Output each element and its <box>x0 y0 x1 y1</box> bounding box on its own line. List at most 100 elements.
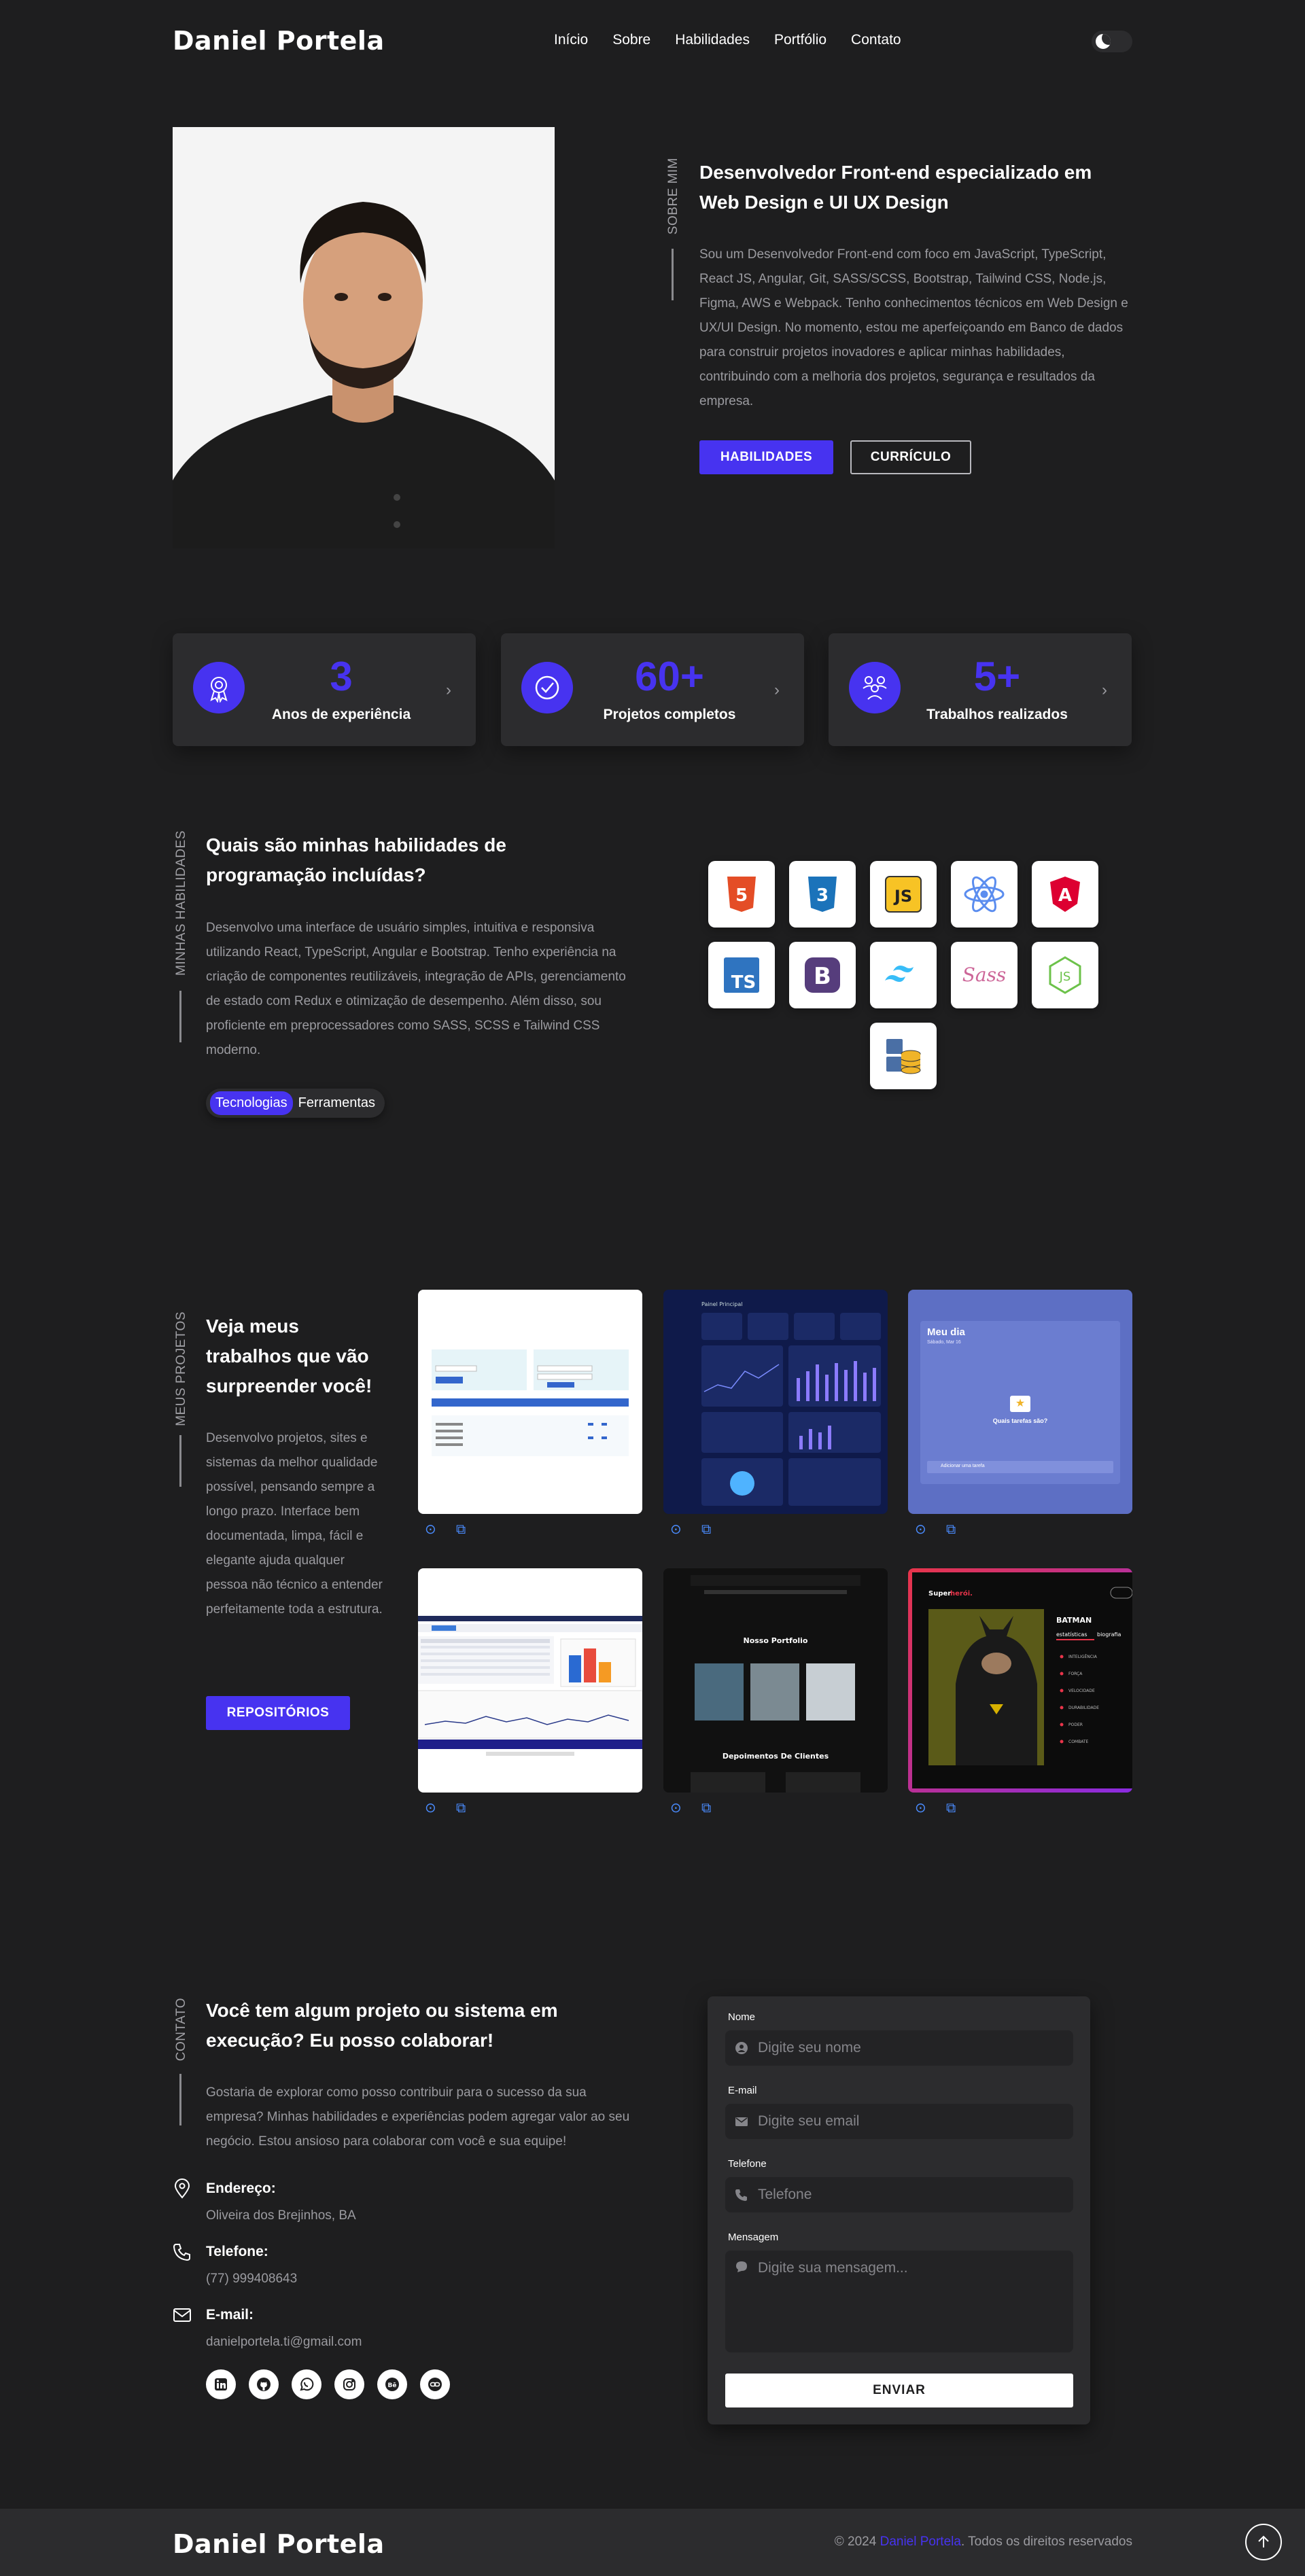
instagram-icon[interactable] <box>334 2369 364 2399</box>
hero-stat: PODER <box>1068 1723 1083 1727</box>
css-glyph: 3 <box>816 885 829 906</box>
project-item-1: ⊙ ⧉ <box>418 1290 642 1537</box>
stat-card-experience[interactable]: 3 Anos de experiência › <box>173 633 476 746</box>
node-glyph: JS <box>1059 970 1071 984</box>
project-item-2: Painel Principal ⊙ ⧉ <box>663 1290 888 1537</box>
main-nav: Início Sobre Habilidades Portfólio Contato <box>554 32 926 48</box>
todo-date: Sábado, Mar 16 <box>927 1340 961 1345</box>
site-logo[interactable]: Daniel Portela <box>173 26 385 56</box>
js-glyph: JS <box>893 887 912 906</box>
behance-icon[interactable]: Bē <box>377 2369 407 2399</box>
stat-card-projects[interactable]: 60+ Projetos completos › <box>501 633 804 746</box>
external-link-icon[interactable]: ⧉ <box>701 1522 716 1537</box>
whatsapp-icon[interactable] <box>292 2369 321 2399</box>
copyright-suffix: . Todos os direitos reservados <box>960 2535 1132 2549</box>
send-button[interactable]: ENVIAR <box>725 2374 1073 2407</box>
project-thumbnail[interactable] <box>418 1568 642 1793</box>
github-icon[interactable]: ⊙ <box>915 1522 930 1537</box>
external-link-icon[interactable]: ⧉ <box>456 1522 471 1537</box>
name-field[interactable]: Digite seu nome <box>725 2030 1073 2066</box>
cv-button[interactable]: CURRÍCULO <box>850 440 971 474</box>
external-link-icon[interactable]: ⧉ <box>946 1522 961 1537</box>
github-icon[interactable]: ⊙ <box>915 1801 930 1816</box>
github-icon[interactable]: ⊙ <box>670 1801 685 1816</box>
tab-tecnologias[interactable]: Tecnologias <box>210 1091 293 1115</box>
project-thumbnail[interactable]: Super herói. BATMAN estatísticas biograf… <box>908 1568 1132 1793</box>
external-link-icon[interactable]: ⧉ <box>456 1801 471 1816</box>
testimonials-heading: Depoimentos De Clientes <box>723 1752 829 1761</box>
github-icon[interactable]: ⊙ <box>425 1522 440 1537</box>
phone-field[interactable]: Telefone <box>725 2177 1073 2212</box>
html5-icon: 5 <box>708 861 775 928</box>
css3-icon: 3 <box>789 861 856 928</box>
contact-divider <box>179 2074 181 2125</box>
profile-photo <box>173 127 555 548</box>
typescript-icon: TS <box>708 942 775 1008</box>
tab-ferramentas[interactable]: Ferramentas <box>293 1091 381 1115</box>
link-icon[interactable] <box>420 2369 450 2399</box>
dashboard-title: Painel Principal <box>701 1301 742 1307</box>
phone-field-icon <box>735 2189 747 2201</box>
external-link-icon[interactable]: ⧉ <box>946 1801 961 1816</box>
stat-number: 3 <box>330 654 353 699</box>
project-item-6: Super herói. BATMAN estatísticas biograf… <box>908 1568 1132 1816</box>
nav-habilidades[interactable]: Habilidades <box>675 32 750 48</box>
footer: Daniel Portela © 2024 Daniel Portela. To… <box>0 2509 1305 2576</box>
sass-icon: Sass <box>951 942 1017 1008</box>
nav-portfolio[interactable]: Portfólio <box>774 32 826 48</box>
hero-stat: COMBATE <box>1068 1740 1089 1744</box>
star-icon: ★ <box>1010 1396 1030 1412</box>
angular-icon: A <box>1032 861 1098 928</box>
nav-sobre[interactable]: Sobre <box>612 32 650 48</box>
chevron-right-icon: › <box>774 681 780 699</box>
footer-logo[interactable]: Daniel Portela <box>173 2529 385 2559</box>
project-thumbnail[interactable]: Meu dia Sábado, Mar 16 ★ Quais tarefas s… <box>908 1290 1132 1514</box>
hero-brand-a: Super <box>928 1590 951 1598</box>
project-thumbnail[interactable] <box>418 1290 642 1514</box>
svg-text:Bē: Bē <box>388 2382 397 2389</box>
moon-icon <box>1096 34 1111 49</box>
skills-side-label: MINHAS HABILIDADES <box>174 830 188 976</box>
email-field-label: E-mail <box>728 2085 757 2096</box>
about-title: Desenvolvedor Front-end especializado em… <box>699 162 1092 213</box>
external-link-icon[interactable]: ⧉ <box>701 1801 716 1816</box>
mail-icon <box>173 2307 192 2327</box>
project-thumbnail[interactable]: Nosso Portfolio Depoimentos De Clientes <box>663 1568 888 1793</box>
copyright-name[interactable]: Daniel Portela <box>880 2535 961 2549</box>
github-icon[interactable]: ⊙ <box>670 1522 685 1537</box>
linkedin-icon[interactable] <box>206 2369 236 2399</box>
project-thumbnail[interactable]: Painel Principal <box>663 1290 888 1514</box>
arrow-up-icon <box>1258 2535 1269 2547</box>
phone-icon <box>173 2242 192 2265</box>
github-icon[interactable] <box>249 2369 279 2399</box>
check-badge-icon <box>521 662 573 713</box>
contact-side-label: CONTATO <box>174 1998 188 2062</box>
repositories-button[interactable]: REPOSITÓRIOS <box>206 1696 350 1730</box>
nav-contato[interactable]: Contato <box>851 32 901 48</box>
project-item-3: Meu dia Sábado, Mar 16 ★ Quais tarefas s… <box>908 1290 1132 1537</box>
stat-card-works[interactable]: 5+ Trabalhos realizados › <box>829 633 1132 746</box>
theme-toggle[interactable] <box>1092 31 1132 52</box>
stat-label: Projetos completos <box>603 707 736 722</box>
skills-title: Quais são minhas habilidades de programa… <box>206 834 506 885</box>
github-icon[interactable]: ⊙ <box>425 1801 440 1816</box>
phone-field-label: Telefone <box>728 2158 767 2170</box>
about-text: Sou um Desenvolvedor Front-end com foco … <box>699 247 1128 408</box>
message-field[interactable]: Digite sua mensagem... <box>725 2251 1073 2352</box>
email-field[interactable]: Digite seu email <box>725 2104 1073 2139</box>
nav-inicio[interactable]: Início <box>554 32 588 48</box>
location-icon <box>173 2178 192 2202</box>
skills-button[interactable]: HABILIDADES <box>699 440 833 474</box>
contact-title: Você tem algum projeto ou sistema em exe… <box>206 2000 558 2051</box>
stat-label: Trabalhos realizados <box>926 707 1068 722</box>
todo-subtitle: Quais tarefas são? <box>992 1417 1048 1424</box>
portfolio-heading: Nosso Portfolio <box>744 1636 808 1645</box>
message-field-label: Mensagem <box>728 2231 779 2243</box>
name-field-label: Nome <box>728 2011 756 2023</box>
back-to-top-button[interactable] <box>1245 2524 1282 2560</box>
tailwind-icon <box>870 942 937 1008</box>
projects-side-label: MEUS PROJETOS <box>174 1311 188 1426</box>
stat-number: 60+ <box>635 654 704 699</box>
chevron-right-icon: › <box>1102 681 1107 699</box>
projects-divider <box>179 1435 181 1487</box>
